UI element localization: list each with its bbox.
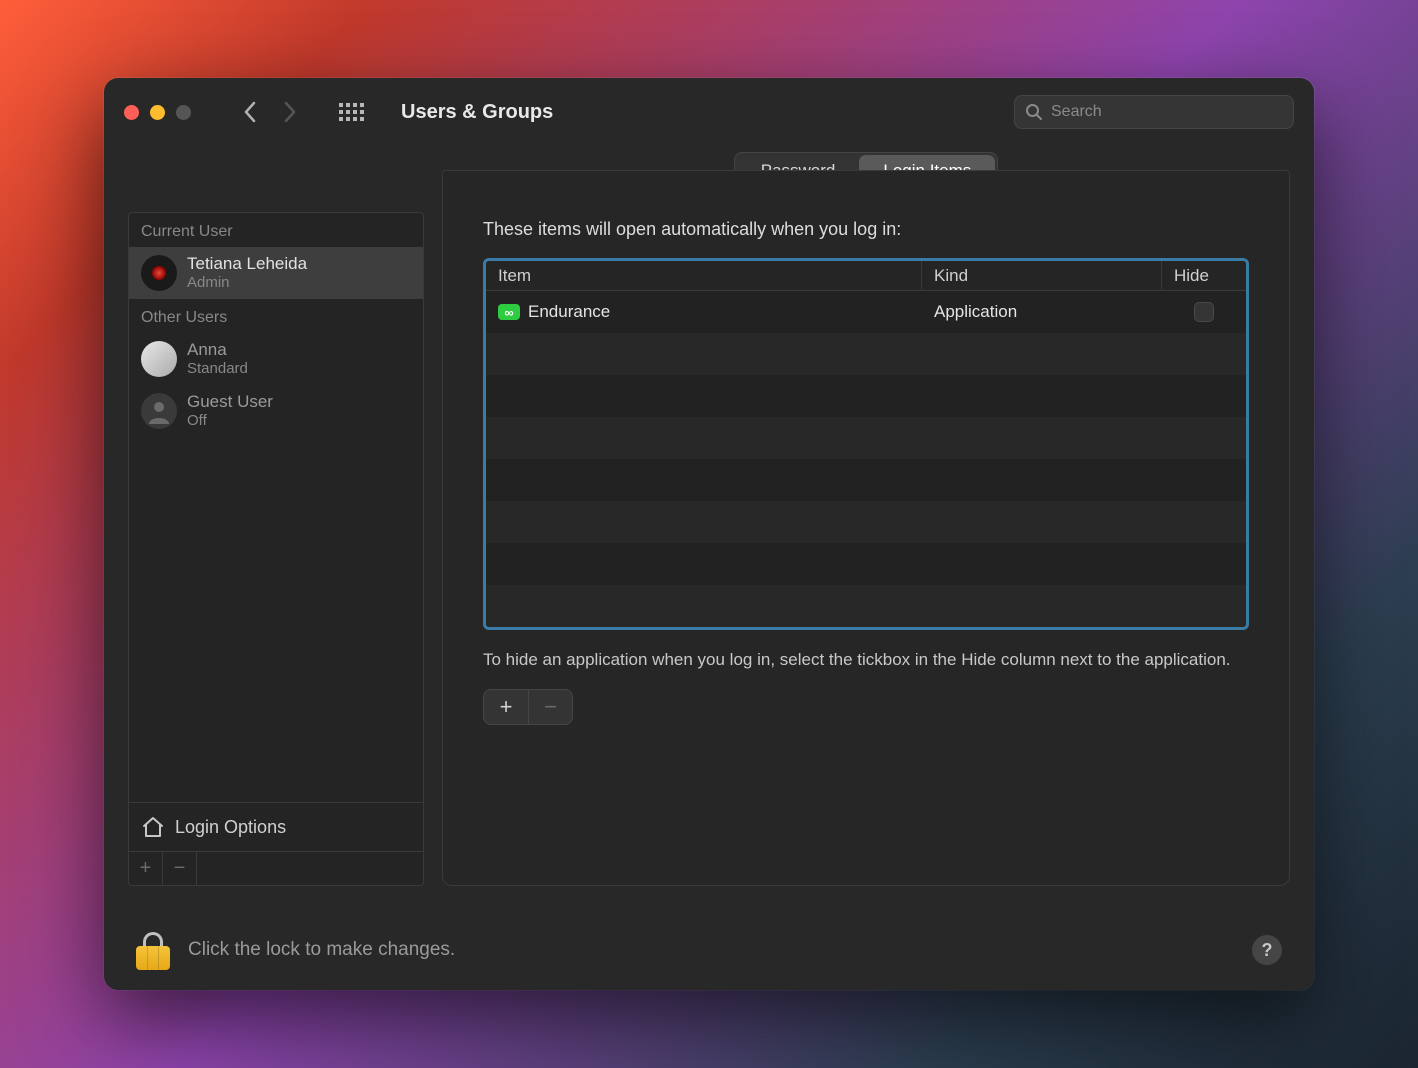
nav-arrows [233,95,307,129]
preferences-window: Users & Groups Current User Tetiana Lehe… [104,78,1314,990]
table-row-empty [486,333,1246,375]
endurance-icon: ∞ [498,304,520,320]
section-label-other: Other Users [129,299,423,333]
panel-hint: To hide an application when you log in, … [483,648,1249,673]
person-icon [146,398,172,424]
user-name: Guest User [187,391,273,412]
table-body: ∞ Endurance Application [486,291,1246,627]
lock-text: Click the lock to make changes. [188,939,455,961]
avatar [141,341,177,377]
col-item[interactable]: Item [486,261,922,290]
login-items-panel: These items will open automatically when… [442,170,1290,886]
add-item-button[interactable]: + [484,690,528,724]
maximize-button[interactable] [176,105,191,120]
table-row-empty [486,543,1246,585]
section-label-current: Current User [129,213,423,247]
panel-intro: These items will open automatically when… [483,219,1249,240]
cell-kind: Application [922,302,1162,322]
user-role: Standard [187,360,248,379]
table-row-empty [486,459,1246,501]
col-hide[interactable]: Hide [1162,261,1246,290]
lock-icon[interactable] [136,930,170,970]
table-header: Item Kind Hide [486,261,1246,291]
chevron-left-icon [243,101,257,123]
sidebar-user-guest[interactable]: Guest User Off [129,385,423,437]
login-options-label: Login Options [175,817,286,838]
cell-hide [1162,302,1246,322]
search-wrap [1014,95,1294,129]
minimize-button[interactable] [150,105,165,120]
footer: Click the lock to make changes. ? [104,910,1314,990]
search-input[interactable] [1051,103,1283,121]
forward-button[interactable] [273,95,307,129]
login-options-button[interactable]: Login Options [129,802,423,851]
avatar [141,393,177,429]
user-text: Tetiana Leheida Admin [187,253,307,293]
sidebar-user-anna[interactable]: Anna Standard [129,333,423,385]
show-all-icon[interactable] [339,103,365,121]
add-user-button[interactable]: + [129,852,163,885]
table-row-empty [486,417,1246,459]
table-row[interactable]: ∞ Endurance Application [486,291,1246,333]
col-kind[interactable]: Kind [922,261,1162,290]
table-row-empty [486,585,1246,627]
table-row-empty [486,375,1246,417]
remove-item-button[interactable]: − [528,690,572,724]
back-button[interactable] [233,95,267,129]
remove-user-button[interactable]: − [163,852,197,885]
window-title: Users & Groups [401,101,553,124]
users-sidebar: Current User Tetiana Leheida Admin Other… [128,212,424,886]
sidebar-user-current[interactable]: Tetiana Leheida Admin [129,247,423,299]
cell-item: ∞ Endurance [486,302,922,322]
close-button[interactable] [124,105,139,120]
help-button[interactable]: ? [1252,935,1282,965]
search-icon [1025,103,1043,121]
user-text: Guest User Off [187,391,273,431]
user-name: Anna [187,339,248,360]
traffic-lights [124,105,191,120]
avatar [141,255,177,291]
house-icon [141,815,165,839]
table-row-empty [486,501,1246,543]
chevron-right-icon [283,101,297,123]
login-items-table: Item Kind Hide ∞ Endurance Application [483,258,1249,630]
hide-checkbox[interactable] [1194,302,1214,322]
user-role: Off [187,412,273,431]
user-text: Anna Standard [187,339,248,379]
item-name: Endurance [528,302,610,322]
user-name: Tetiana Leheida [187,253,307,274]
search-field[interactable] [1014,95,1294,129]
body: Current User Tetiana Leheida Admin Other… [104,146,1314,910]
user-role: Admin [187,274,307,293]
sidebar-bottom-bar: + − [129,851,423,885]
titlebar: Users & Groups [104,78,1314,146]
content: Password Login Items These items will op… [442,146,1290,886]
add-remove-buttons: + − [483,689,573,725]
